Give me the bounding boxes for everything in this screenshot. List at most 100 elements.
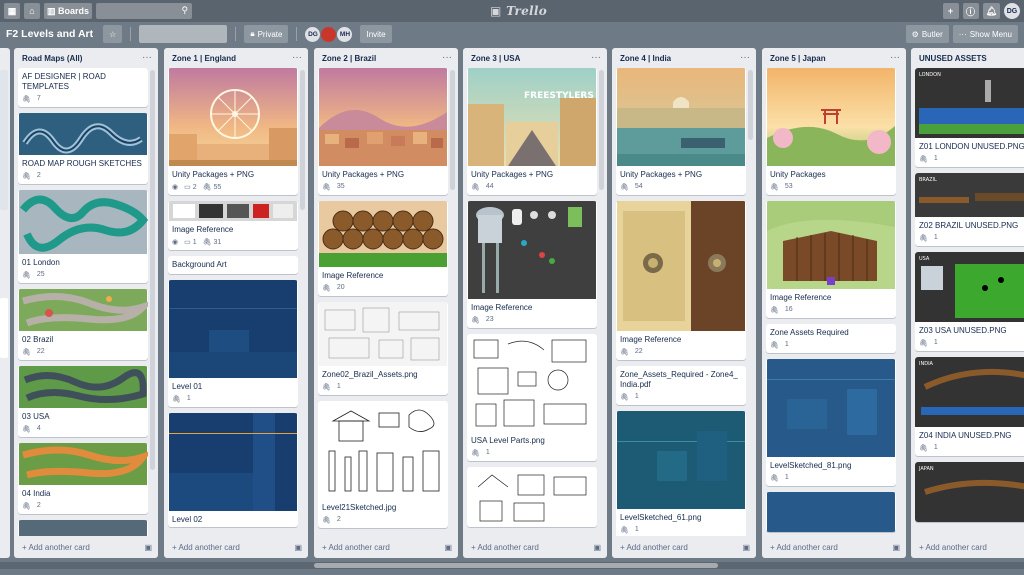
show-menu-button[interactable]: ··· Show Menu (952, 25, 1018, 43)
add-card-button[interactable]: + Add another card (22, 543, 90, 552)
card-image: FREESTYLERS (468, 68, 596, 166)
card[interactable]: Zone Assets Required 🖇︎ 1 (766, 324, 896, 353)
card-template-icon[interactable]: ▣ (294, 543, 302, 552)
board-title[interactable]: F2 Levels and Art (6, 28, 93, 40)
card-template-icon[interactable]: ▣ (593, 543, 601, 552)
card[interactable]: Image Reference 🖇︎ 20 (318, 201, 448, 296)
card[interactable]: Unity Packages 🖇︎ 53 (766, 68, 896, 195)
list-title[interactable]: Zone 1 | England (172, 54, 236, 63)
list-menu-icon[interactable]: ··· (142, 53, 152, 63)
add-card-button[interactable]: + Add another card (322, 543, 390, 552)
list-title[interactable]: UNUSED ASSETS (919, 54, 987, 63)
search-input[interactable]: ⚲ (96, 3, 193, 19)
list-scrollbar[interactable] (450, 70, 455, 190)
add-card-button[interactable]: + Add another card (620, 543, 688, 552)
notifications-icon[interactable]: 🔔︎ (982, 3, 1000, 19)
user-avatar[interactable]: DG (1004, 3, 1020, 19)
card[interactable]: FREESTYLERS Unity Packages + PNG 🖇︎ 44 (467, 68, 597, 195)
attachment-icon: 🖇︎ (22, 96, 31, 103)
card[interactable]: BRAZIL Z02 BRAZIL UNUSED.PNG 🖇︎ 1 (915, 173, 1024, 246)
attachment-icon: 🖇︎ (620, 527, 629, 534)
card[interactable]: Background Art (168, 256, 298, 274)
butler-button[interactable]: ⚙ Butler (905, 25, 949, 43)
card-template-icon[interactable]: ▣ (444, 543, 452, 552)
attachment-icon: 🖇︎ (620, 394, 629, 401)
list-title[interactable]: Zone 4 | India (620, 54, 671, 63)
card[interactable]: Level 02 (168, 413, 298, 527)
card[interactable]: Unity Packages + PNG ◉ ▭ 2 🖇︎ 55 (168, 68, 298, 195)
create-icon[interactable]: + (942, 3, 959, 19)
card[interactable]: USA Level Parts.png 🖇︎ 1 (467, 334, 597, 461)
list-scrollbar[interactable] (748, 70, 753, 140)
add-card-button[interactable]: + Add another card (172, 543, 240, 552)
member-avatar[interactable]: DG (305, 26, 321, 42)
card[interactable]: Zone_Assets_Required - Zone4_ India.pdf … (616, 366, 746, 405)
visibility-button[interactable]: 🔒︎ Private (244, 25, 289, 43)
card[interactable]: Image Reference 🖇︎ 23 (467, 201, 597, 328)
card[interactable]: 01 London 🖇︎ 25 (18, 190, 148, 283)
list-menu-icon[interactable]: ··· (442, 53, 452, 63)
card-template-icon[interactable]: ▣ (742, 543, 750, 552)
card[interactable]: Level 01 🖇︎ 1 (168, 280, 298, 407)
attachment-count: 1 (784, 474, 789, 481)
list-title[interactable]: Zone 2 | Brazil (322, 54, 376, 63)
logo-text: Trello (506, 4, 548, 18)
apps-icon[interactable]: ▦ (4, 3, 20, 19)
list-title[interactable]: Zone 3 | USA (471, 54, 520, 63)
card[interactable]: JAPAN (915, 462, 1024, 522)
card[interactable]: 02 Brazil 🖇︎ 22 (18, 289, 148, 360)
card[interactable]: Zone02_Brazil_Assets.png 🖇︎ 1 (318, 302, 448, 395)
card[interactable]: Image Reference 🖇︎ 16 (766, 201, 896, 318)
add-card-button[interactable]: + Add another card (471, 543, 539, 552)
card[interactable] (766, 492, 896, 532)
list-scrollbar[interactable] (150, 70, 155, 470)
scrollbar-thumb[interactable] (314, 563, 718, 568)
boards-button[interactable]: ▥ Boards (44, 3, 93, 19)
list-title[interactable]: Road Maps (All) (22, 54, 82, 63)
list-menu-icon[interactable]: ··· (591, 53, 601, 63)
list-menu-icon[interactable]: ··· (740, 53, 750, 63)
card[interactable]: 04 India 🖇︎ 2 (18, 443, 148, 514)
team-button[interactable] (139, 25, 228, 43)
list-menu-icon[interactable]: ··· (890, 53, 900, 63)
invite-button[interactable]: Invite (360, 25, 392, 43)
list-scrollbar[interactable] (300, 70, 305, 210)
card[interactable]: LevelSketched_81.png 🖇︎ 1 (766, 359, 896, 486)
board-horizontal-scrollbar[interactable] (0, 562, 1024, 569)
home-icon[interactable]: ⌂ (24, 3, 40, 19)
card[interactable] (18, 520, 148, 536)
card[interactable]: 03 USA 🖇︎ 4 (18, 366, 148, 437)
attachment-count: 23 (485, 316, 494, 323)
card[interactable]: ROAD MAP ROUGH SKETCHES 🖇︎ 2 (18, 113, 148, 184)
card-image (0, 70, 8, 210)
star-button[interactable]: ☆ (103, 25, 123, 43)
card[interactable]: Image Reference 🖇︎ 22 (616, 201, 746, 360)
member-avatar[interactable] (321, 26, 337, 42)
attachment-count: 1 (933, 339, 938, 346)
card[interactable]: LONDON Z01 LONDON UNUSED.PNG 🖇︎ 1 (915, 68, 1024, 167)
card[interactable]: AF DESIGNER | ROAD TEMPLATES 🖇︎ 7 (18, 68, 148, 107)
attachment-count: 1 (784, 341, 789, 348)
card[interactable] (467, 467, 597, 527)
info-icon[interactable]: ⓘ (962, 3, 979, 19)
card-image (19, 113, 147, 155)
trello-logo[interactable]: ▣ Trello (490, 4, 547, 18)
card[interactable]: Unity Packages + PNG 🖇︎ 54 (616, 68, 746, 195)
add-card-button[interactable]: + Add another card (919, 543, 987, 552)
card-title: 01 London (22, 258, 60, 267)
menu-dots-icon: ··· (958, 29, 967, 39)
list-title[interactable]: Zone 5 | Japan (770, 54, 826, 63)
member-avatar[interactable]: MH (337, 26, 353, 42)
card[interactable]: INDIA Z04 INDIA UNUSED.PNG 🖇︎ 1 (915, 357, 1024, 456)
card[interactable]: USA Z03 USA UNUSED.PNG 🖇︎ 1 (915, 252, 1024, 351)
list-scrollbar[interactable] (599, 70, 604, 190)
list-menu-icon[interactable]: ··· (292, 53, 302, 63)
image-label: USA (919, 256, 930, 262)
card[interactable]: Image Reference ◉ ▭ 1 🖇︎ 31 (168, 201, 298, 250)
card[interactable]: Unity Packages + PNG 🖇︎ 35 (318, 68, 448, 195)
card-template-icon[interactable]: ▣ (144, 543, 152, 552)
card-template-icon[interactable]: ▣ (892, 543, 900, 552)
card[interactable]: LevelSketched_61.png 🖇︎ 1 (616, 411, 746, 536)
card[interactable]: Level21Sketched.jpg 🖇︎ 2 (318, 401, 448, 528)
add-card-button[interactable]: + Add another card (770, 543, 838, 552)
